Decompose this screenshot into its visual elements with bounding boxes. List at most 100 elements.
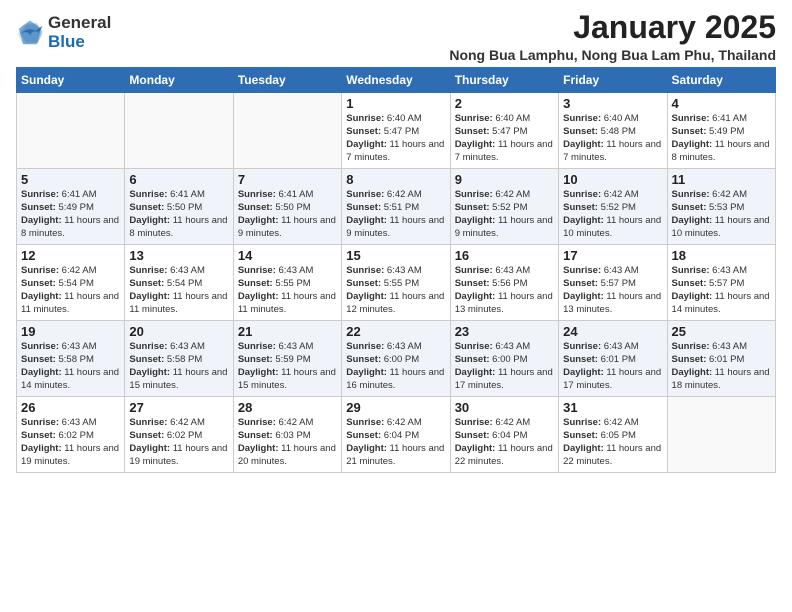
day-number: 12 — [21, 248, 120, 263]
cell-info-line: Sunrise: 6:40 AM — [346, 113, 445, 126]
cell-info-line: Daylight: 11 hours and 15 minutes. — [238, 367, 337, 393]
cell-info-line: Daylight: 11 hours and 17 minutes. — [455, 367, 554, 393]
day-number: 7 — [238, 172, 337, 187]
calendar-cell: 23 Sunrise: 6:43 AMSunset: 6:00 PMDayligh… — [450, 321, 558, 397]
cell-info-line: Sunrise: 6:43 AM — [455, 341, 554, 354]
day-number: 19 — [21, 324, 120, 339]
calendar-cell — [233, 93, 341, 169]
cell-info-line: Sunset: 5:47 PM — [455, 126, 554, 139]
cell-info-line: Sunrise: 6:42 AM — [455, 417, 554, 430]
weekday-header-wednesday: Wednesday — [342, 68, 450, 93]
calendar-cell: 25Sunrise: 6:43 AMSunset: 6:01 PMDayligh… — [667, 321, 775, 397]
cell-info-line: Sunset: 6:05 PM — [563, 430, 662, 443]
calendar-cell: 17 Sunrise: 6:43 AMSunset: 5:57 PMDayligh… — [559, 245, 667, 321]
weekday-header-monday: Monday — [125, 68, 233, 93]
calendar-cell: 30Sunrise: 6:42 AMSunset: 6:04 PMDayligh… — [450, 397, 558, 473]
day-number: 13 — [129, 248, 228, 263]
cell-info-line: Daylight: 11 hours and 9 minutes. — [238, 215, 337, 241]
cell-info-line: Sunset: 5:58 PM — [129, 354, 228, 367]
day-number: 10 — [563, 172, 662, 187]
week-row-3: 12Sunrise: 6:42 AMSunset: 5:54 PMDayligh… — [17, 245, 776, 321]
cell-info-line: Sunset: 6:00 PM — [346, 354, 445, 367]
calendar-cell: 18Sunrise: 6:43 AMSunset: 5:57 PMDayligh… — [667, 245, 775, 321]
calendar-cell: 2 Sunrise: 6:40 AMSunset: 5:47 PMDaylight… — [450, 93, 558, 169]
cell-info-line: Sunrise: 6:42 AM — [563, 189, 662, 202]
cell-info-line: Daylight: 11 hours and 7 minutes. — [455, 139, 554, 165]
calendar-cell: 19Sunrise: 6:43 AMSunset: 5:58 PMDayligh… — [17, 321, 125, 397]
cell-info-line: Sunrise: 6:42 AM — [563, 417, 662, 430]
cell-info-line: Sunset: 6:00 PM — [455, 354, 554, 367]
cell-info-line: Sunrise: 6:42 AM — [455, 189, 554, 202]
cell-info-line: Daylight: 11 hours and 13 minutes. — [455, 291, 554, 317]
title-block: January 2025 Nong Bua Lamphu, Nong Bua L… — [449, 10, 776, 63]
calendar-cell: 1Sunrise: 6:40 AMSunset: 5:47 PMDaylight… — [342, 93, 450, 169]
cell-info-line: Sunrise: 6:43 AM — [563, 265, 662, 278]
cell-info-line: Sunrise: 6:43 AM — [129, 265, 228, 278]
calendar-cell: 31Sunrise: 6:42 AMSunset: 6:05 PMDayligh… — [559, 397, 667, 473]
cell-info-line: Sunset: 5:57 PM — [672, 278, 771, 291]
calendar-cell: 29Sunrise: 6:42 AMSunset: 6:04 PMDayligh… — [342, 397, 450, 473]
cell-info-line: Sunset: 6:04 PM — [455, 430, 554, 443]
cell-info-line: Daylight: 11 hours and 11 minutes. — [129, 291, 228, 317]
cell-info-line: Daylight: 11 hours and 19 minutes. — [129, 443, 228, 469]
logo: General Blue — [16, 14, 111, 51]
calendar-cell: 21Sunrise: 6:43 AMSunset: 5:59 PMDayligh… — [233, 321, 341, 397]
day-number: 2 — [455, 96, 554, 111]
cell-info-line: Sunset: 5:48 PM — [563, 126, 662, 139]
day-number: 31 — [563, 400, 662, 415]
day-number: 23 — [455, 324, 554, 339]
calendar-cell — [125, 93, 233, 169]
cell-info-line: Sunrise: 6:43 AM — [346, 265, 445, 278]
cell-info-line: Sunrise: 6:43 AM — [672, 341, 771, 354]
calendar-cell: 7Sunrise: 6:41 AMSunset: 5:50 PMDaylight… — [233, 169, 341, 245]
cell-info-line: Sunrise: 6:40 AM — [455, 113, 554, 126]
cell-info-line: Sunset: 6:04 PM — [346, 430, 445, 443]
day-number: 6 — [129, 172, 228, 187]
day-number: 17 — [563, 248, 662, 263]
week-row-4: 19 Sunrise: 6:43 AM Sunset: 5:58 PM Dayligh… — [17, 321, 776, 397]
calendar-cell: 27Sunrise: 6:42 AMSunset: 6:02 PMDayligh… — [125, 397, 233, 473]
cell-info-line: Sunrise: 6:42 AM — [346, 189, 445, 202]
day-number: 20 — [129, 324, 228, 339]
week-row-2: 5Sunrise: 6:41 AMSunset: 5:49 PMDaylight… — [17, 169, 776, 245]
calendar-cell: 28Sunrise: 6:42 AMSunset: 6:03 PMDayligh… — [233, 397, 341, 473]
calendar-cell: 24Sunrise: 6:43 AMSunset: 6:01 PMDayligh… — [559, 321, 667, 397]
calendar-cell: 9Sunrise: 6:42 AMSunset: 5:52 PMDaylight… — [450, 169, 558, 245]
header: General Blue January 2025 Nong Bua Lamph… — [16, 10, 776, 63]
cell-info-line: Sunset: 5:54 PM — [129, 278, 228, 291]
calendar-table: SundayMondayTuesdayWednesdayThursdayFrid… — [16, 67, 776, 473]
cell-info-line: Sunset: 5:57 PM — [563, 278, 662, 291]
cell-info-line: Sunset: 5:59 PM — [238, 354, 337, 367]
calendar-cell: 12Sunrise: 6:42 AMSunset: 5:54 PMDayligh… — [17, 245, 125, 321]
day-number: 5 — [21, 172, 120, 187]
weekday-header-friday: Friday — [559, 68, 667, 93]
day-number: 25 — [672, 324, 771, 339]
weekday-header-saturday: Saturday — [667, 68, 775, 93]
cell-info-line: Sunset: 5:55 PM — [238, 278, 337, 291]
cell-info-line: Sunset: 5:49 PM — [672, 126, 771, 139]
cell-info-line: Daylight: 11 hours and 8 minutes. — [672, 139, 771, 165]
cell-info-line: Sunrise: 6:43 AM — [563, 341, 662, 354]
cell-info-line: Daylight: 11 hours and 19 minutes. — [21, 443, 120, 469]
calendar-cell: 22Sunrise: 6:43 AMSunset: 6:00 PMDayligh… — [342, 321, 450, 397]
cell-info-line: Daylight: 11 hours and 14 minutes. — [21, 367, 120, 393]
cell-info-line: Sunset: 5:50 PM — [129, 202, 228, 215]
cell-info-line: Sunrise: 6:42 AM — [238, 417, 337, 430]
calendar-cell: 16Sunrise: 6:43 AMSunset: 5:56 PMDayligh… — [450, 245, 558, 321]
weekday-header-row: SundayMondayTuesdayWednesdayThursdayFrid… — [17, 68, 776, 93]
cell-info-line: Daylight: 11 hours and 13 minutes. — [563, 291, 662, 317]
day-number: 14 — [238, 248, 337, 263]
calendar-cell: 3Sunrise: 6:40 AMSunset: 5:48 PMDaylight… — [559, 93, 667, 169]
day-number: 21 — [238, 324, 337, 339]
cell-info-line: Daylight: 11 hours and 12 minutes. — [346, 291, 445, 317]
calendar-cell: 5Sunrise: 6:41 AMSunset: 5:49 PMDaylight… — [17, 169, 125, 245]
calendar-cell: 11Sunrise: 6:42 AMSunset: 5:53 PMDayligh… — [667, 169, 775, 245]
weekday-header-tuesday: Tuesday — [233, 68, 341, 93]
cell-info-line: Sunrise: 6:41 AM — [21, 189, 120, 202]
calendar-cell: 26Sunrise: 6:43 AMSunset: 6:02 PMDayligh… — [17, 397, 125, 473]
day-number: 15 — [346, 248, 445, 263]
calendar-cell — [667, 397, 775, 473]
cell-info-line: Daylight: 11 hours and 11 minutes. — [21, 291, 120, 317]
cell-info-line: Sunrise: 6:42 AM — [129, 417, 228, 430]
day-number: 22 — [346, 324, 445, 339]
